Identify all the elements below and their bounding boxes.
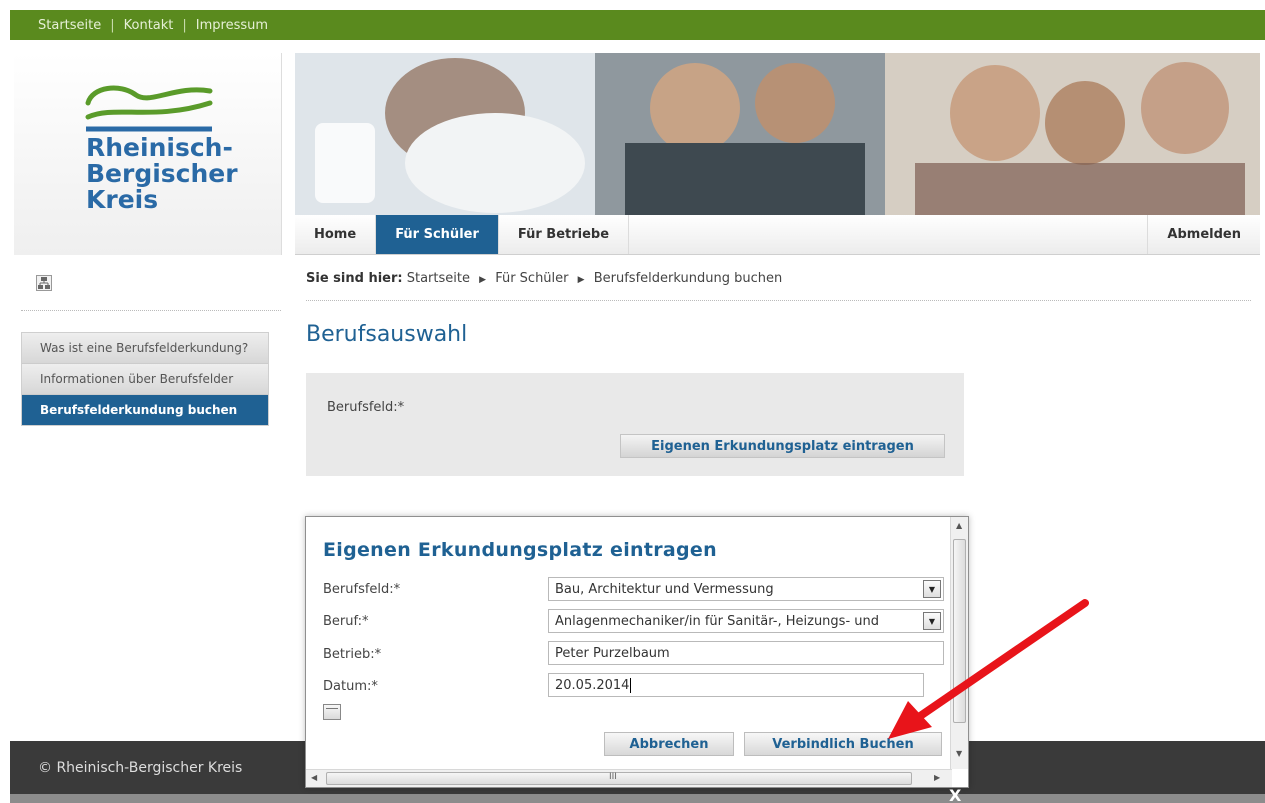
- top-link-impressum[interactable]: Impressum: [196, 18, 268, 33]
- tab-fuer-schueler[interactable]: Für Schüler: [376, 215, 499, 254]
- betrieb-label: Betrieb:*: [323, 647, 382, 662]
- main-nav: Home Für Schüler Für Betriebe Abmelden: [295, 215, 1260, 255]
- datum-input[interactable]: 20.05.2014: [548, 673, 924, 697]
- datum-label: Datum:*: [323, 679, 378, 694]
- divider: [306, 300, 1251, 301]
- text-cursor: [630, 678, 632, 693]
- chevron-right-icon: ▶: [479, 275, 487, 285]
- breadcrumb-item-current: Berufsfelderkundung buchen: [593, 271, 783, 286]
- divider: [21, 310, 281, 311]
- scroll-right-icon[interactable]: ▶: [934, 773, 940, 782]
- beruf-label: Beruf:*: [323, 614, 369, 629]
- divider: |: [182, 17, 187, 33]
- tab-home[interactable]: Home: [295, 215, 377, 254]
- top-link-kontakt[interactable]: Kontakt: [124, 18, 174, 33]
- breadcrumb-item-startseite[interactable]: Startseite: [407, 271, 470, 286]
- nav-spacer: [629, 215, 1149, 254]
- breadcrumb: Sie sind hier: Startseite ▶ Für Schüler …: [306, 271, 782, 286]
- logout-button[interactable]: Abmelden: [1148, 215, 1260, 254]
- logo-text: Rheinisch- Bergischer Kreis: [86, 135, 238, 213]
- scroll-grip: III: [609, 772, 617, 782]
- calendar-icon[interactable]: [323, 704, 341, 720]
- logo-waves-icon: [85, 85, 213, 132]
- page-title: Berufsauswahl: [306, 322, 468, 347]
- scroll-left-icon[interactable]: ◀: [311, 773, 317, 782]
- scroll-up-icon[interactable]: ▲: [956, 521, 962, 530]
- berufsfeld-label: Berufsfeld:*: [323, 582, 401, 597]
- sitemap-icon[interactable]: [36, 275, 52, 291]
- beruf-selected-value: Anlagenmechaniker/in für Sanitär-, Heizu…: [555, 614, 879, 629]
- footer-bottom-bar: [10, 794, 1265, 803]
- tab-fuer-betriebe[interactable]: Für Betriebe: [499, 215, 630, 254]
- scroll-down-icon[interactable]: ▼: [956, 749, 962, 758]
- berufsfeld-selected-value: Bau, Architektur und Vermessung: [555, 582, 774, 597]
- logo-line: Bergischer: [86, 159, 238, 188]
- header-banner-image: [295, 53, 1260, 215]
- logo-line: Rheinisch-: [86, 133, 233, 162]
- sidebar-item-informationen[interactable]: Informationen über Berufsfelder: [22, 364, 268, 395]
- breadcrumb-prefix: Sie sind hier:: [306, 271, 403, 286]
- close-icon[interactable]: X: [949, 786, 961, 803]
- dialog-title: Eigenen Erkundungsplatz eintragen: [323, 539, 717, 561]
- banner-photo: [295, 53, 1260, 215]
- berufsauswahl-panel: Berufsfeld:* Eigenen Erkundungsplatz ein…: [306, 373, 964, 476]
- scroll-thumb[interactable]: III: [326, 772, 912, 785]
- datum-value: 20.05.2014: [555, 678, 630, 693]
- eigenen-platz-eintragen-button[interactable]: Eigenen Erkundungsplatz eintragen: [620, 434, 945, 458]
- logo-line: Kreis: [86, 185, 159, 214]
- abbrechen-button[interactable]: Abbrechen: [604, 732, 734, 756]
- logo[interactable]: Rheinisch- Bergischer Kreis: [14, 53, 282, 255]
- side-navigation: Was ist eine Berufsfelderkundung? Inform…: [21, 332, 269, 426]
- sidebar-item-buchen[interactable]: Berufsfelderkundung buchen: [22, 395, 268, 425]
- chevron-right-icon: ▶: [577, 275, 585, 285]
- sidebar-item-was-ist[interactable]: Was ist eine Berufsfelderkundung?: [22, 333, 268, 364]
- top-link-startseite[interactable]: Startseite: [38, 18, 101, 33]
- annotation-arrow-icon: [888, 599, 1089, 739]
- divider: |: [110, 17, 115, 33]
- footer-copyright: © Rheinisch-Bergischer Kreis: [38, 759, 243, 776]
- dialog-horizontal-scrollbar[interactable]: ◀ III ▶: [306, 769, 952, 787]
- breadcrumb-item-fuer-schueler[interactable]: Für Schüler: [495, 271, 568, 286]
- berufsfeld-label: Berufsfeld:*: [327, 400, 405, 415]
- top-link-bar: Startseite | Kontakt | Impressum: [10, 10, 1265, 40]
